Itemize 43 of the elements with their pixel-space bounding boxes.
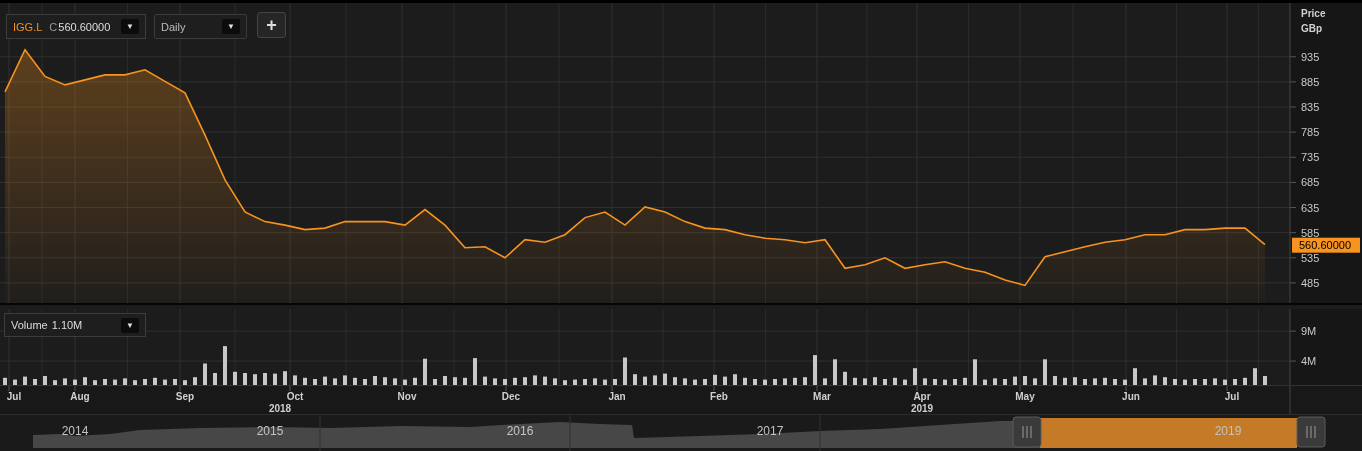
month-label: Mar: [813, 391, 831, 402]
axis-title: Price: [1301, 8, 1326, 19]
year-label: 2018: [268, 403, 292, 414]
month-label: Sep: [175, 391, 195, 402]
interval-dropdown[interactable]: Daily ▼: [154, 14, 247, 39]
add-button[interactable]: +: [257, 12, 286, 38]
month-label: Jul: [6, 391, 22, 402]
price-tick-label: 785: [1301, 126, 1320, 139]
price-tick-label: 935: [1301, 50, 1320, 63]
month-label: Jan: [608, 391, 626, 402]
month-label: Apr: [913, 391, 931, 402]
volume-tick-label: 9M: [1301, 325, 1317, 338]
range-handle[interactable]: [1296, 416, 1326, 448]
navigator-year-label: 2016: [506, 424, 534, 438]
price-tick-label: 685: [1301, 176, 1320, 189]
month-label: Dec: [501, 391, 521, 402]
month-label: Nov: [397, 391, 417, 402]
month-label: Jul: [1224, 391, 1240, 402]
price-tick-label: 735: [1301, 151, 1320, 164]
price-tick-label: 535: [1301, 251, 1320, 264]
navigator-year-label: 2014: [61, 424, 89, 438]
price-tick-label: 835: [1301, 101, 1320, 113]
range-handle[interactable]: [1012, 416, 1042, 448]
month-label: Oct: [286, 391, 304, 402]
month-label: Jun: [1122, 391, 1140, 402]
dropdown-button[interactable]: ▼: [121, 317, 139, 333]
navigator-year-label: 2019: [1214, 424, 1242, 438]
price-tick-label: 635: [1301, 201, 1320, 214]
navigator-year-label: 2015: [256, 424, 284, 438]
navigator-year-label: 2017: [756, 424, 784, 438]
dropdown-button[interactable]: ▼: [222, 19, 240, 34]
price-tick-label: 585: [1301, 226, 1320, 239]
month-label: Feb: [710, 391, 728, 402]
axis-unit: GBp: [1301, 23, 1323, 34]
volume-tick-label: 4M: [1301, 355, 1317, 368]
symbol-dropdown[interactable]: IGG.L C560.60000 ▼: [6, 14, 146, 39]
price-tick-label: 885: [1301, 75, 1320, 88]
price-tick-label: 485: [1301, 276, 1320, 289]
year-label: 2019: [910, 403, 934, 414]
volume-dropdown[interactable]: Volume 1.10M ▼: [4, 313, 146, 337]
month-label: Aug: [70, 391, 90, 402]
dropdown-button[interactable]: ▼: [121, 19, 139, 34]
month-label: May: [1015, 391, 1035, 402]
